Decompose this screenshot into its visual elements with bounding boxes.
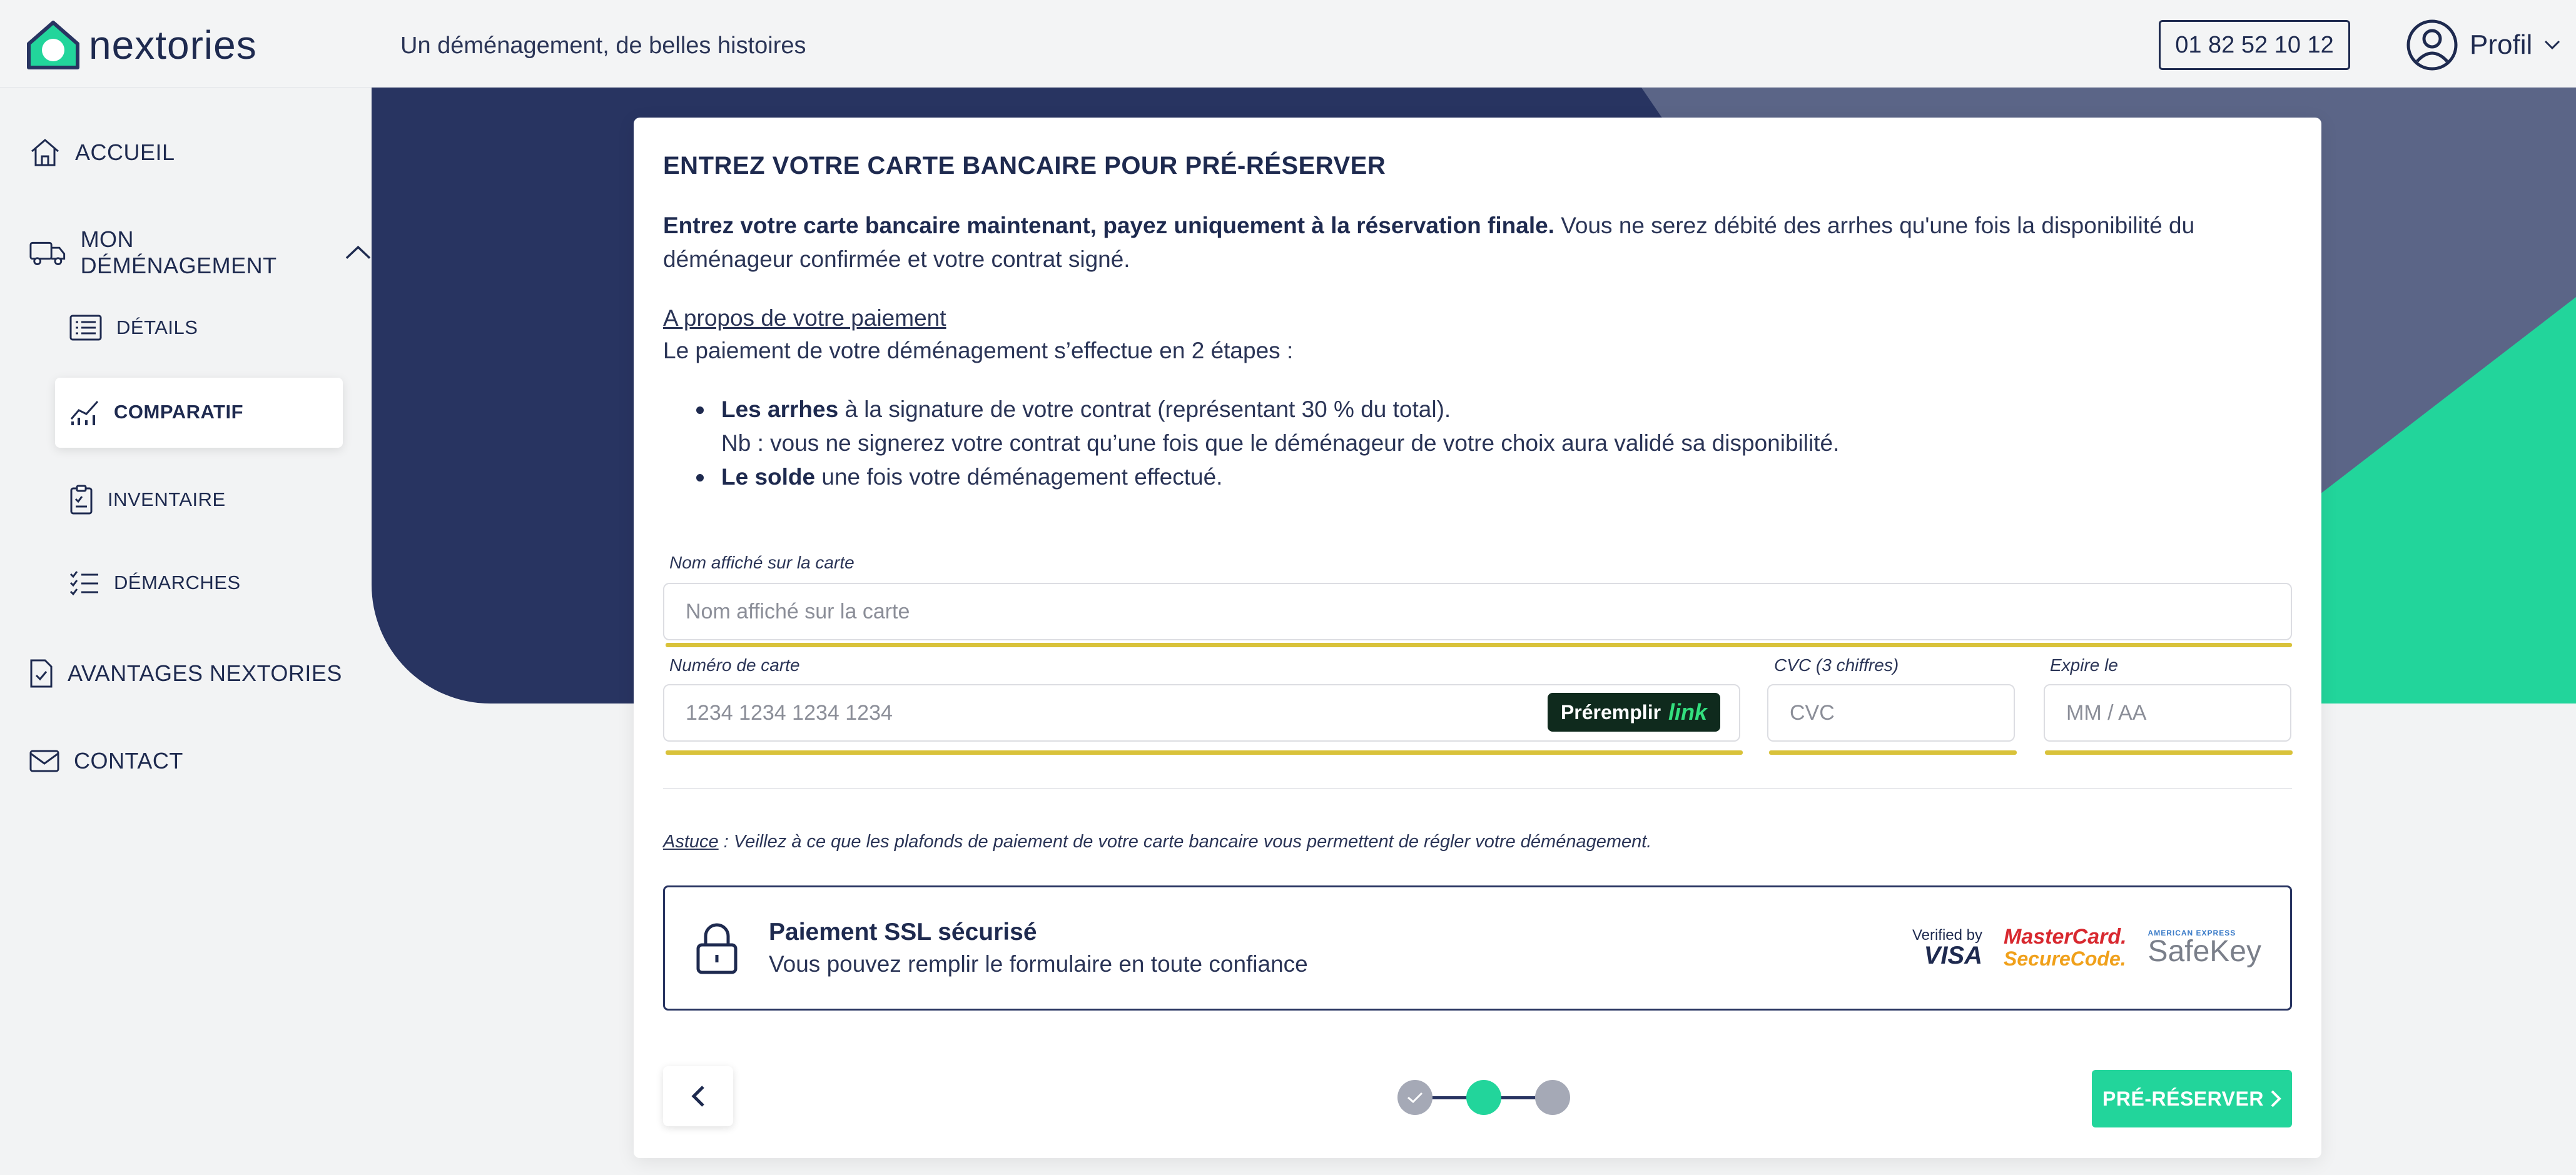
- back-button[interactable]: [663, 1066, 733, 1126]
- expiry-input[interactable]: MM / AA: [2044, 684, 2291, 742]
- card-number-placeholder: 1234 1234 1234 1234: [686, 700, 893, 725]
- checklist-icon: [69, 571, 98, 596]
- card-title: ENTREZ VOTRE CARTE BANCAIRE POUR PRÉ-RÉS…: [663, 152, 1386, 179]
- phone-button[interactable]: 01 82 52 10 12: [2159, 20, 2350, 70]
- sidebar-item-label: INVENTAIRE: [108, 488, 226, 510]
- chevron-left-icon: [691, 1086, 704, 1107]
- sk-line2: SafeKey: [2148, 934, 2261, 968]
- cvc-placeholder: CVC: [1790, 700, 1835, 725]
- sidebar-item-demarches[interactable]: DÉMARCHES: [69, 569, 241, 597]
- document-icon: [30, 659, 53, 688]
- payment-info-link[interactable]: A propos de votre paiement: [663, 305, 946, 331]
- step-3: [1535, 1080, 1570, 1115]
- card-number-label: Numéro de carte: [669, 655, 800, 675]
- sidebar-item-accueil[interactable]: ACCUEIL: [29, 138, 175, 168]
- truck-icon: [29, 241, 66, 266]
- sidebar-item-avantages[interactable]: AVANTAGES NEXTORIES: [29, 658, 342, 689]
- step-1-complete: [1397, 1080, 1433, 1115]
- card-number-input[interactable]: 1234 1234 1234 1234 Préremplir link: [663, 684, 1740, 742]
- logo[interactable]: nextories: [26, 20, 257, 70]
- chevron-right-icon: [2271, 1090, 2281, 1107]
- sidebar-item-mon-demenagement[interactable]: MON DÉMÉNAGEMENT: [29, 226, 372, 279]
- cardholder-name-input[interactable]: Nom affiché sur la carte: [663, 583, 2292, 640]
- payment-steps-text: Le paiement de votre déménagement s’effe…: [663, 338, 1294, 363]
- profile-label: Profil: [2470, 29, 2533, 60]
- field-underline: [2045, 750, 2293, 755]
- tip-title: Astuce: [663, 832, 719, 852]
- visa-line2: VISA: [1924, 941, 1983, 969]
- bullet-note: Nb : vous ne signerez votre contrat qu’u…: [721, 430, 1840, 456]
- home-icon: [31, 139, 59, 166]
- sidebar-item-comparatif[interactable]: COMPARATIF: [69, 398, 243, 426]
- sidebar: ACCUEIL MON DÉMÉNAGEMENT DÉTAILS COMPARA…: [0, 88, 372, 1175]
- cta-label: PRÉ-RÉSERVER: [2102, 1087, 2264, 1110]
- bullet-text: une fois votre déménagement effectué.: [815, 464, 1223, 490]
- chart-icon: [70, 400, 99, 425]
- sidebar-item-label: CONTACT: [74, 748, 183, 774]
- profile-menu[interactable]: Profil: [2406, 19, 2561, 71]
- chevron-down-icon: [2545, 40, 2560, 50]
- name-placeholder: Nom affiché sur la carte: [686, 599, 910, 623]
- mail-icon: [29, 750, 59, 772]
- sidebar-item-label: ACCUEIL: [75, 139, 175, 165]
- intro-bold: Entrez votre carte bancaire maintenant, …: [663, 213, 1554, 238]
- user-icon: [2406, 19, 2458, 71]
- payment-steps-list: Les arrhes à la signature de votre contr…: [696, 393, 1839, 494]
- sidebar-item-inventaire[interactable]: INVENTAIRE: [69, 484, 226, 515]
- divider: [663, 788, 2292, 789]
- mc-line1: MasterCard.: [2004, 925, 2127, 949]
- verified-by-visa-logo: Verified by VISA: [1912, 926, 1983, 969]
- cvc-input[interactable]: CVC: [1767, 684, 2015, 742]
- logo-text: nextories: [89, 23, 257, 68]
- security-badges: Verified by VISA MasterCard. SecureCode.…: [1912, 925, 2261, 970]
- prefill-label: Préremplir: [1560, 700, 1661, 724]
- visa-line1: Verified by: [1912, 926, 1983, 944]
- ssl-title: Paiement SSL sécurisé: [769, 919, 1037, 946]
- link-prefill-button[interactable]: Préremplir link: [1548, 693, 1720, 732]
- sidebar-item-label: AVANTAGES NEXTORIES: [68, 660, 342, 686]
- sidebar-item-label: COMPARATIF: [114, 401, 244, 423]
- chevron-up-icon: [345, 245, 371, 260]
- intro-text: Entrez votre carte bancaire maintenant, …: [663, 209, 2289, 276]
- tagline: Un déménagement, de belles histoires: [400, 33, 806, 59]
- cvc-label: CVC (3 chiffres): [1774, 655, 1899, 675]
- expiry-label: Expire le: [2050, 655, 2118, 675]
- list-item: Le solde une fois votre déménagement eff…: [696, 460, 1839, 494]
- bullet-text: à la signature de votre contrat (représe…: [838, 396, 1451, 422]
- tip-text: Astuce : Veillez à ce que les plafonds d…: [663, 832, 1651, 852]
- mastercard-securecode-logo: MasterCard. SecureCode.: [2004, 925, 2127, 970]
- ssl-subtitle: Vous pouvez remplir le formulaire en tou…: [769, 951, 1308, 977]
- field-underline: [666, 750, 1743, 755]
- sidebar-item-label: DÉMARCHES: [114, 572, 241, 593]
- list-item: Les arrhes à la signature de votre contr…: [696, 393, 1839, 426]
- expiry-placeholder: MM / AA: [2066, 700, 2147, 725]
- sidebar-item-details[interactable]: DÉTAILS: [69, 314, 198, 341]
- sidebar-item-label: MON DÉMÉNAGEMENT: [80, 226, 277, 278]
- name-label: Nom affiché sur la carte: [669, 553, 854, 572]
- tip-body: : Veillez à ce que les plafonds de paiem…: [718, 832, 1652, 852]
- list-icon: [69, 315, 102, 341]
- mc-line2: SecureCode.: [2004, 947, 2126, 970]
- progress-stepper: [1389, 1079, 1570, 1116]
- step-2-current: [1466, 1080, 1501, 1115]
- check-icon: [1407, 1092, 1423, 1104]
- lock-icon: [696, 923, 738, 974]
- house-logo-icon: [27, 21, 79, 69]
- link-brand: link: [1668, 699, 1708, 725]
- pre-reserve-button[interactable]: PRÉ-RÉSERVER: [2092, 1070, 2292, 1127]
- ssl-secure-box: Paiement SSL sécurisé Vous pouvez rempli…: [663, 885, 2292, 1011]
- payment-card: ENTREZ VOTRE CARTE BANCAIRE POUR PRÉ-RÉS…: [634, 118, 2321, 1158]
- field-underline: [1769, 750, 2017, 755]
- bullet-bold: Les arrhes: [721, 396, 839, 422]
- bullet-bold: Le solde: [721, 464, 816, 490]
- clipboard-icon: [70, 485, 93, 515]
- sidebar-item-label: DÉTAILS: [116, 316, 198, 338]
- sidebar-item-contact[interactable]: CONTACT: [29, 748, 183, 774]
- field-underline: [666, 643, 2292, 647]
- amex-safekey-logo: AMERICAN EXPRESS SafeKey: [2148, 929, 2261, 967]
- top-header: nextories Un déménagement, de belles his…: [0, 0, 2576, 88]
